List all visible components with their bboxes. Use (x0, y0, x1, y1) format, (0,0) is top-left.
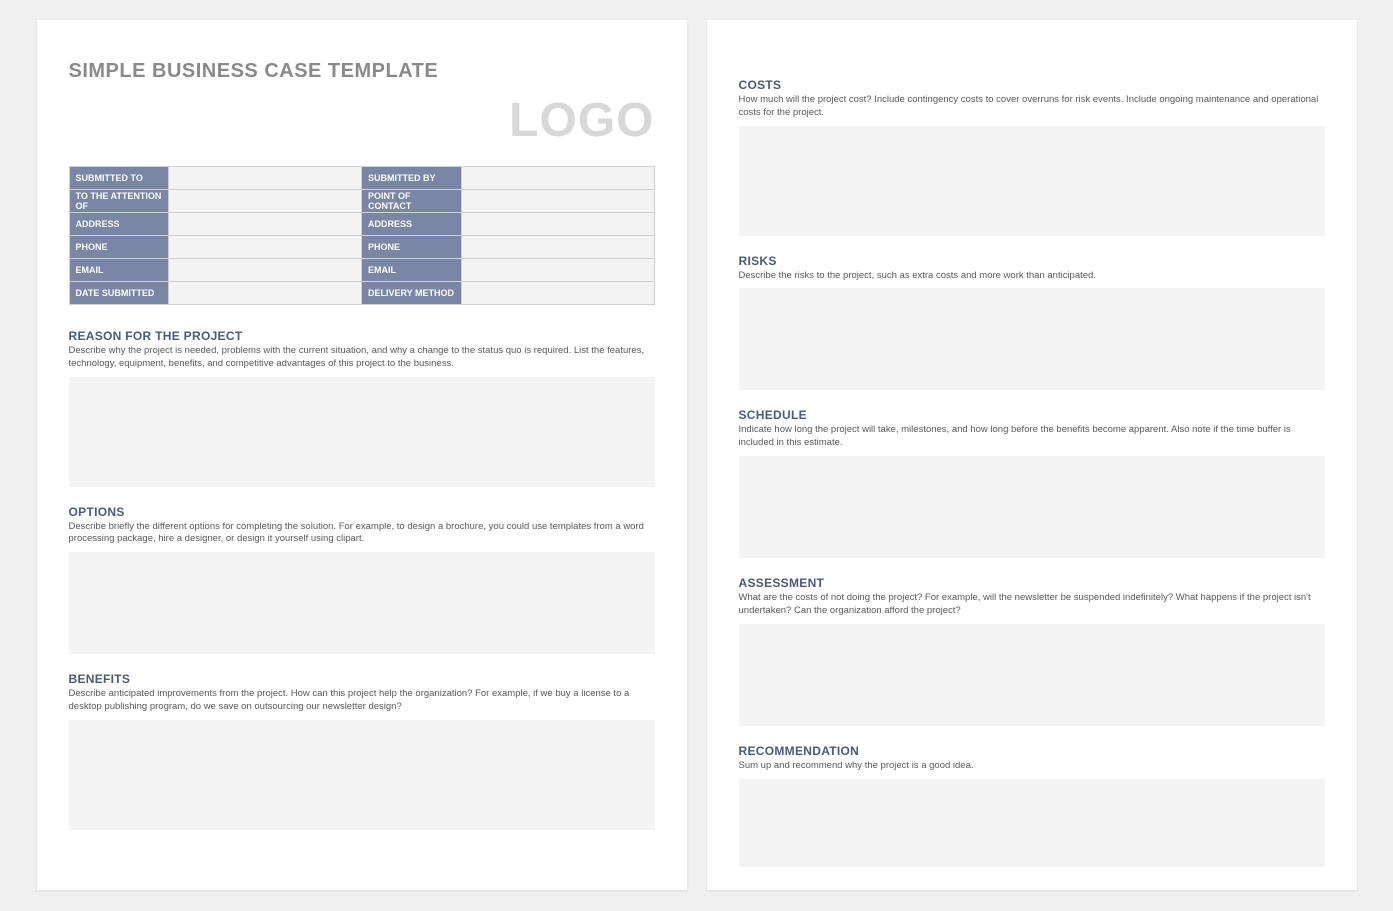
info-row: EMAIL EMAIL (69, 259, 654, 282)
input-assessment[interactable] (739, 624, 1325, 726)
section-title: REASON FOR THE PROJECT (69, 329, 655, 343)
section-description: Sum up and recommend why the project is … (739, 760, 1325, 773)
section-title: BENEFITS (69, 672, 655, 686)
info-row: DATE SUBMITTED DELIVERY METHOD (69, 282, 654, 305)
info-label-left: TO THE ATTENTION OF (69, 190, 169, 213)
section-description: What are the costs of not doing the proj… (739, 592, 1325, 618)
section-recommendation: RECOMMENDATION Sum up and recommend why … (739, 744, 1325, 867)
section-description: Describe briefly the different options f… (69, 521, 655, 547)
info-value-right[interactable] (461, 213, 654, 236)
section-assessment: ASSESSMENT What are the costs of not doi… (739, 576, 1325, 726)
info-label-right: ADDRESS (361, 213, 461, 236)
section-description: Describe why the project is needed, prob… (69, 345, 655, 371)
info-value-left[interactable] (169, 213, 362, 236)
info-table: SUBMITTED TOSUBMITTED BYTO THE ATTENTION… (69, 166, 655, 305)
section-title: COSTS (739, 78, 1325, 92)
info-value-left[interactable] (169, 282, 362, 305)
page-1: SIMPLE BUSINESS CASE TEMPLATE LOGO SUBMI… (37, 20, 687, 890)
info-label-left: DATE SUBMITTED (69, 282, 169, 305)
info-value-right[interactable] (461, 236, 654, 259)
info-table-body: SUBMITTED TOSUBMITTED BYTO THE ATTENTION… (69, 167, 654, 305)
info-value-right[interactable] (461, 190, 654, 213)
info-value-right[interactable] (461, 167, 654, 190)
info-label-left: SUBMITTED TO (69, 167, 169, 190)
info-value-left[interactable] (169, 259, 362, 282)
section-description: How much will the project cost? Include … (739, 94, 1325, 120)
info-value-right[interactable] (461, 282, 654, 305)
logo-placeholder: LOGO (509, 94, 654, 147)
info-label-right: SUBMITTED BY (361, 167, 461, 190)
input-reason[interactable] (69, 377, 655, 487)
info-label-left: EMAIL (69, 259, 169, 282)
info-label-right: POINT OF CONTACT (361, 190, 461, 213)
info-row: SUBMITTED TO SUBMITTED BY (69, 167, 654, 190)
section-benefits: BENEFITS Describe anticipated improvemen… (69, 672, 655, 830)
section-title: RECOMMENDATION (739, 744, 1325, 758)
section-costs: COSTS How much will the project cost? In… (739, 78, 1325, 236)
input-options[interactable] (69, 552, 655, 654)
info-row: PHONE PHONE (69, 236, 654, 259)
section-description: Indicate how long the project will take,… (739, 424, 1325, 450)
info-value-left[interactable] (169, 167, 362, 190)
page-2: COSTS How much will the project cost? In… (707, 20, 1357, 890)
section-title: SCHEDULE (739, 408, 1325, 422)
info-label-left: ADDRESS (69, 213, 169, 236)
section-options: OPTIONS Describe briefly the different o… (69, 505, 655, 655)
info-label-right: PHONE (361, 236, 461, 259)
section-description: Describe anticipated improvements from t… (69, 688, 655, 714)
section-schedule: SCHEDULE Indicate how long the project w… (739, 408, 1325, 558)
input-benefits[interactable] (69, 720, 655, 830)
section-title: OPTIONS (69, 505, 655, 519)
info-label-right: DELIVERY METHOD (361, 282, 461, 305)
logo-row: LOGO (69, 93, 655, 148)
info-label-right: EMAIL (361, 259, 461, 282)
info-value-left[interactable] (169, 190, 362, 213)
info-row: ADDRESS ADDRESS (69, 213, 654, 236)
section-title: ASSESSMENT (739, 576, 1325, 590)
info-label-left: PHONE (69, 236, 169, 259)
section-description: Describe the risks to the project, such … (739, 270, 1325, 283)
section-reason: REASON FOR THE PROJECT Describe why the … (69, 329, 655, 487)
input-costs[interactable] (739, 126, 1325, 236)
info-row: TO THE ATTENTION OF POINT OF CONTACT (69, 190, 654, 213)
info-value-right[interactable] (461, 259, 654, 282)
input-risks[interactable] (739, 288, 1325, 390)
section-risks: RISKS Describe the risks to the project,… (739, 254, 1325, 391)
document-title: SIMPLE BUSINESS CASE TEMPLATE (69, 60, 655, 83)
info-value-left[interactable] (169, 236, 362, 259)
section-title: RISKS (739, 254, 1325, 268)
input-schedule[interactable] (739, 456, 1325, 558)
input-recommendation[interactable] (739, 779, 1325, 867)
